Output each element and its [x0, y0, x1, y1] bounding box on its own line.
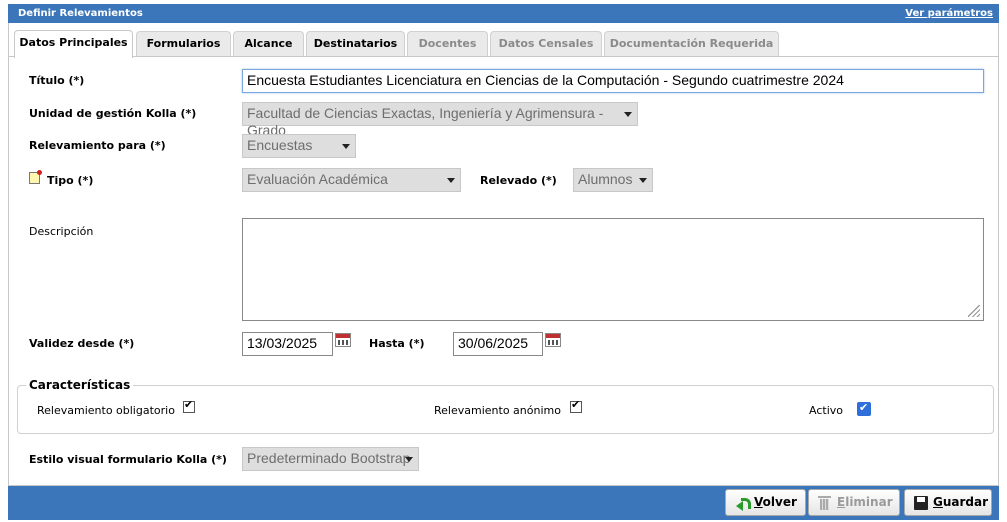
- hasta-input[interactable]: 30/06/2025: [453, 332, 543, 356]
- back-arrow-icon: [734, 495, 751, 511]
- note-icon[interactable]: [29, 170, 42, 184]
- tab-datos-principales[interactable]: Datos Principales: [14, 30, 133, 58]
- calendar-icon[interactable]: [335, 333, 351, 347]
- eliminar-button: Eliminar: [808, 489, 900, 516]
- activo-checkbox[interactable]: [857, 401, 871, 416]
- chevron-down-icon: [624, 112, 632, 117]
- anonimo-checkbox[interactable]: [570, 398, 582, 413]
- chevron-down-icon: [342, 144, 350, 149]
- tipo-select: Evaluación Académica: [242, 168, 461, 192]
- obligatorio-checkbox[interactable]: [183, 398, 195, 413]
- anonimo-label: Relevamiento anónimo: [434, 404, 561, 417]
- tab-destinatarios[interactable]: Destinatarios: [306, 31, 405, 57]
- guardar-button[interactable]: Guardar: [904, 489, 992, 516]
- estilo-value: Predeterminado Bootstrap: [247, 450, 411, 466]
- calendar-icon[interactable]: [545, 333, 561, 347]
- obligatorio-label: Relevamiento obligatorio: [37, 404, 175, 417]
- tab-docentes: Docentes: [407, 31, 488, 57]
- unidad-select: Facultad de Ciencias Exactas, Ingeniería…: [242, 102, 638, 138]
- tab-formularios[interactable]: Formularios: [136, 31, 231, 57]
- volver-button[interactable]: Volver: [725, 489, 806, 516]
- chevron-down-icon: [447, 178, 455, 183]
- estilo-select: Predeterminado Bootstrap: [242, 447, 419, 471]
- window-title-bar: Definir Relevamientos Ver parámetros: [8, 4, 999, 23]
- tab-alcance[interactable]: Alcance: [233, 31, 304, 57]
- titulo-input[interactable]: Encuesta Estudiantes Licenciatura en Cie…: [242, 69, 984, 93]
- tab-bar: Datos Principales Formularios Alcance De…: [8, 23, 999, 58]
- relevado-value: Alumnos: [578, 171, 633, 187]
- tipo-value: Evaluación Académica: [247, 171, 388, 187]
- relevamiento-para-value: Encuestas: [247, 137, 313, 153]
- estilo-label: Estilo visual formulario Kolla (*): [29, 453, 227, 466]
- validez-desde-label: Validez desde (*): [29, 337, 135, 350]
- tab-documentacion-requerida: Documentación Requerida: [604, 31, 779, 57]
- caracteristicas-legend: Características: [26, 378, 134, 392]
- descripcion-textarea[interactable]: [242, 218, 984, 321]
- hasta-label: Hasta (*): [369, 337, 425, 350]
- chevron-down-icon: [639, 178, 647, 183]
- unidad-label: Unidad de gestión Kolla (*): [29, 107, 197, 120]
- trash-icon: [817, 495, 833, 511]
- relevado-select: Alumnos: [573, 168, 653, 192]
- descripcion-label: Descripción: [29, 225, 94, 238]
- relevado-label: Relevado (*): [480, 174, 557, 187]
- action-bar: Volver Eliminar Guardar: [8, 486, 999, 520]
- ver-parametros-link[interactable]: Ver parámetros: [905, 8, 993, 19]
- titulo-label: Título (*): [29, 74, 85, 87]
- validez-desde-input[interactable]: 13/03/2025: [242, 332, 333, 356]
- resize-grip-icon[interactable]: [968, 305, 980, 317]
- activo-label: Activo: [809, 404, 843, 417]
- tab-datos-censales: Datos Censales: [490, 31, 602, 57]
- relevamiento-para-select: Encuestas: [242, 134, 356, 158]
- chevron-down-icon: [405, 457, 413, 462]
- save-icon: [913, 495, 929, 511]
- tipo-label: Tipo (*): [47, 174, 94, 187]
- window-title: Definir Relevamientos: [18, 8, 143, 19]
- relevamiento-para-label: Relevamiento para (*): [29, 139, 166, 152]
